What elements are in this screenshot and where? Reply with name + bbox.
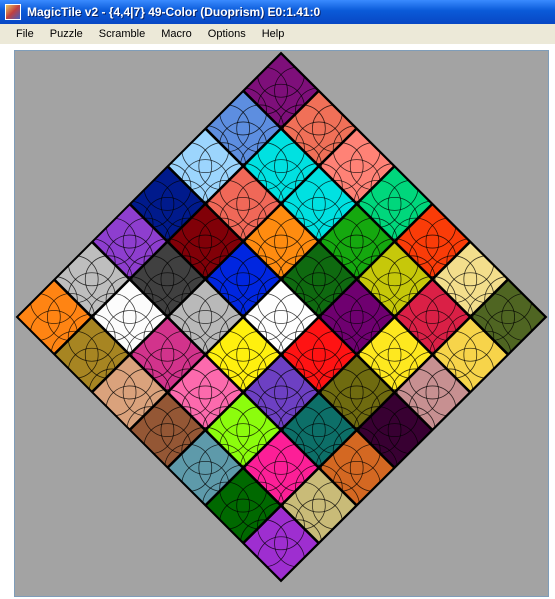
puzzle-board[interactable] [15, 51, 548, 596]
menu-bar: File Puzzle Scramble Macro Options Help [0, 24, 555, 44]
menu-file[interactable]: File [0, 24, 42, 44]
title-bar[interactable]: MagicTile v2 - {4,4|7} 49-Color (Duopris… [0, 0, 555, 24]
menu-macro[interactable]: Macro [153, 24, 200, 44]
menu-options[interactable]: Options [200, 24, 254, 44]
app-icon [5, 4, 21, 20]
puzzle-canvas[interactable] [14, 50, 549, 597]
window-title: MagicTile v2 - {4,4|7} 49-Color (Duopris… [27, 5, 321, 19]
menu-scramble[interactable]: Scramble [91, 24, 153, 44]
menu-help[interactable]: Help [254, 24, 293, 44]
menu-puzzle[interactable]: Puzzle [42, 24, 91, 44]
